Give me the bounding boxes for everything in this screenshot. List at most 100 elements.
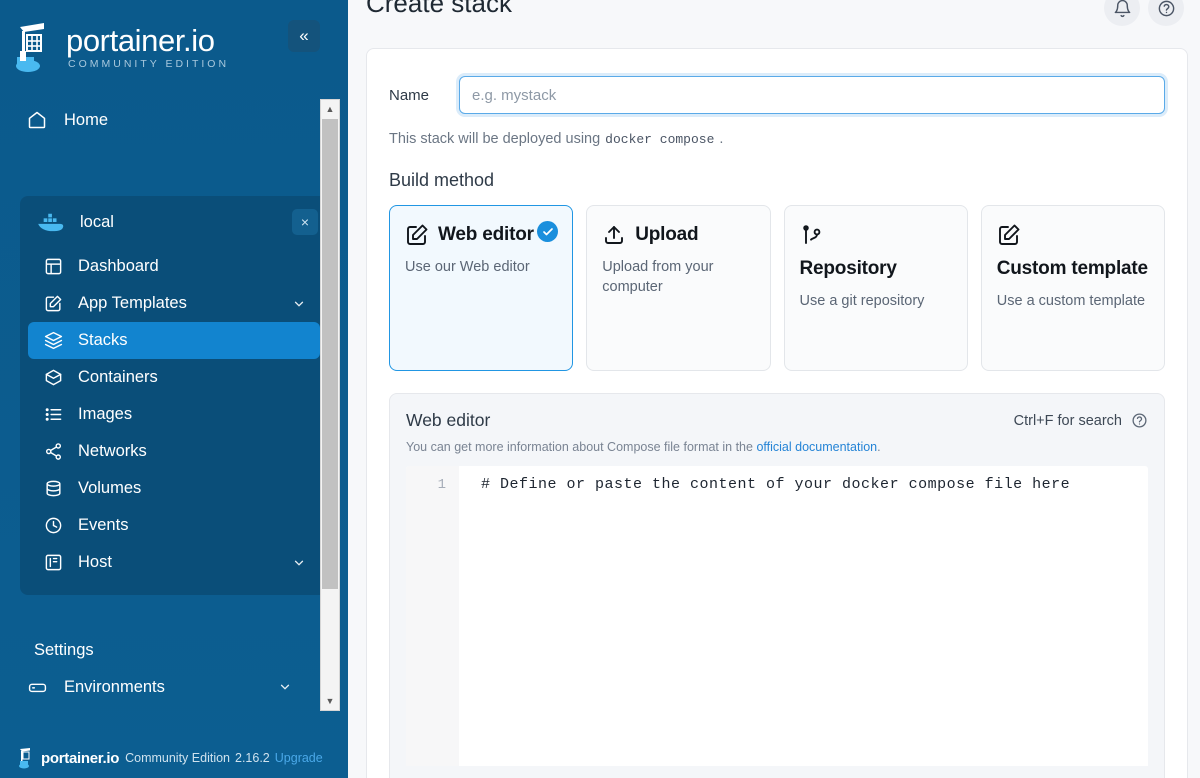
deploy-hint-code: docker compose [605, 132, 714, 147]
portainer-footer-logo-icon [18, 747, 35, 769]
editor-sub-suffix: . [877, 440, 880, 454]
sidebar-item-dashboard[interactable]: Dashboard [20, 248, 328, 285]
sidebar-section-settings: Settings [0, 641, 348, 660]
line-number: 1 [406, 474, 446, 496]
sidebar-item-environments[interactable]: Environments [0, 668, 348, 706]
build-method-cards: Web editor Use our Web editor [389, 205, 1165, 371]
environment-close-button[interactable]: × [292, 209, 318, 235]
docker-whale-icon [36, 211, 66, 233]
web-editor-section: Web editor Ctrl+F for search You can get… [389, 393, 1165, 778]
scroll-down-arrow-icon[interactable]: ▼ [321, 692, 339, 710]
home-icon [26, 109, 48, 131]
build-method-description: Use a custom template [997, 291, 1149, 311]
sidebar-item-label: Home [64, 111, 108, 130]
deploy-hint-suffix: . [719, 131, 723, 147]
page-header: Create stack [348, 0, 1200, 30]
sidebar-item-label: App Templates [78, 294, 187, 313]
editor-help-button[interactable] [1131, 412, 1148, 429]
build-method-repository[interactable]: Repository Use a git repository [784, 205, 968, 371]
dashboard-icon [42, 256, 64, 278]
sidebar-item-networks[interactable]: Networks [20, 433, 328, 470]
networks-icon [42, 441, 64, 463]
footer-edition: Community Edition [125, 751, 230, 765]
code-editor[interactable]: 1 # Define or paste the content of your … [406, 466, 1148, 766]
sidebar-item-label: Stacks [78, 331, 128, 350]
name-label: Name [389, 87, 459, 104]
stack-name-input[interactable] [459, 76, 1165, 114]
build-method-web-editor[interactable]: Web editor Use our Web editor [389, 205, 573, 371]
brand-tagline: COMMUNITY EDITION [68, 58, 229, 70]
host-icon [42, 552, 64, 574]
name-field-row: Name [389, 75, 1165, 115]
footer-brand-name: portainer.io [41, 750, 119, 767]
build-method-description: Use a git repository [800, 291, 952, 311]
sidebar-item-host[interactable]: Host [20, 544, 328, 581]
chevron-down-icon [292, 297, 306, 311]
environment-header[interactable]: local × [20, 196, 328, 248]
build-method-description: Use our Web editor [405, 257, 557, 277]
git-branch-icon [800, 223, 824, 247]
edit-square-icon [997, 223, 1021, 247]
create-stack-panel: Name This stack will be deployed using d… [366, 48, 1188, 778]
volumes-icon [42, 478, 64, 500]
scrollbar-thumb[interactable] [322, 119, 338, 589]
sidebar-item-volumes[interactable]: Volumes [20, 470, 328, 507]
editor-sub-prefix: You can get more information about Compo… [406, 440, 753, 454]
sidebar-item-label: Dashboard [78, 257, 159, 276]
build-method-title-label: Custom template [997, 256, 1148, 282]
editor-search-hint: Ctrl+F for search [1014, 413, 1122, 429]
web-editor-title: Web editor [406, 410, 1014, 431]
build-method-custom-template[interactable]: Custom template Use a custom template [981, 205, 1165, 371]
events-icon [42, 515, 64, 537]
build-method-upload[interactable]: Upload Upload from your computer [586, 205, 770, 371]
chevron-down-icon [292, 556, 306, 570]
sidebar-item-containers[interactable]: Containers [20, 359, 328, 396]
edit-square-icon [405, 223, 429, 247]
images-icon [42, 404, 64, 426]
sidebar-item-label: Host [78, 553, 112, 572]
sidebar-item-events[interactable]: Events [20, 507, 328, 544]
help-circle-icon [1131, 412, 1148, 429]
footer-version: 2.16.2 [235, 751, 270, 765]
sidebar-item-label: Events [78, 516, 128, 535]
help-button[interactable] [1148, 0, 1184, 26]
portainer-app: portainer.io COMMUNITY EDITION « Home [0, 0, 1200, 778]
sidebar-collapse-button[interactable]: « [288, 20, 320, 52]
containers-icon [42, 367, 64, 389]
notifications-button[interactable] [1104, 0, 1140, 26]
sidebar-item-label: Networks [78, 442, 147, 461]
deploy-hint-prefix: This stack will be deployed using [389, 131, 600, 147]
stacks-icon [42, 330, 64, 352]
build-method-title-label: Web editor [438, 222, 534, 248]
sidebar: portainer.io COMMUNITY EDITION « Home [0, 0, 348, 778]
official-documentation-link[interactable]: official documentation [756, 440, 877, 454]
footer-upgrade-link[interactable]: Upgrade [275, 751, 323, 765]
build-method-title-label: Repository [800, 256, 952, 282]
sidebar-item-app-templates[interactable]: App Templates [20, 285, 328, 322]
sidebar-item-home[interactable]: Home [0, 100, 348, 140]
header-actions [1104, 0, 1184, 26]
build-method-description: Upload from your computer [602, 257, 754, 297]
sidebar-footer: portainer.io Community Edition 2.16.2 Up… [0, 738, 348, 778]
chevron-down-icon [278, 680, 292, 694]
code-content[interactable]: # Define or paste the content of your do… [459, 466, 1148, 766]
app-templates-icon [42, 293, 64, 315]
upload-icon [602, 223, 626, 247]
chevron-double-left-icon: « [299, 26, 308, 46]
help-circle-icon [1157, 0, 1176, 18]
sidebar-item-label: Images [78, 405, 132, 424]
sidebar-scrollbar[interactable]: ▲ ▼ [320, 99, 340, 711]
sidebar-item-images[interactable]: Images [20, 396, 328, 433]
portainer-logo-icon [14, 21, 56, 73]
build-method-title: Build method [389, 170, 1165, 191]
sidebar-item-label: Volumes [78, 479, 141, 498]
main-content: Create stack N [348, 0, 1200, 778]
sidebar-item-stacks[interactable]: Stacks [28, 322, 320, 359]
web-editor-subtitle: You can get more information about Compo… [406, 440, 1148, 454]
scroll-up-arrow-icon[interactable]: ▲ [321, 100, 339, 118]
environments-icon [26, 676, 48, 698]
page-title: Create stack [366, 0, 512, 19]
build-method-title-label: Upload [635, 222, 698, 248]
sidebar-item-label: Environments [64, 678, 165, 697]
sidebar-item-label: Containers [78, 368, 158, 387]
